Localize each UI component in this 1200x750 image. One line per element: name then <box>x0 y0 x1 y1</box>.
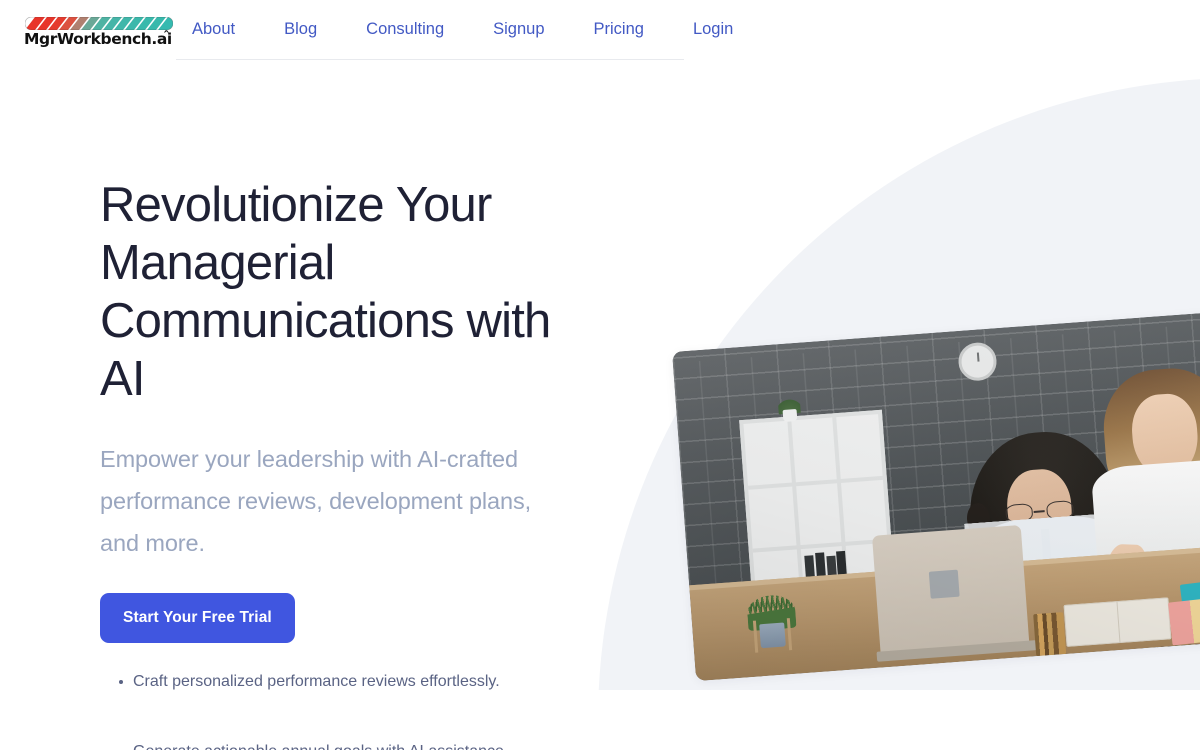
desk-plant <box>745 593 798 657</box>
brand-logo[interactable]: MgrWorkbench.ai ˆ <box>24 17 174 55</box>
background-shape-mask <box>598 690 1200 750</box>
start-free-trial-button[interactable]: Start Your Free Trial <box>100 593 295 643</box>
hero-headline: Revolutionize Your Managerial Communicat… <box>100 178 551 406</box>
nav-item-consulting[interactable]: Consulting <box>366 21 444 38</box>
brand-circumflex-icon: ˆ <box>164 28 169 43</box>
hero-photo <box>672 306 1200 682</box>
nav-item-about[interactable]: About <box>192 21 235 38</box>
laptop-logo-icon <box>928 570 960 599</box>
main-navigation: About Blog Consulting Signup Pricing Log… <box>176 0 733 60</box>
landing-page: MgrWorkbench.ai ˆ About Blog Consulting … <box>0 0 1200 750</box>
hero-content: Revolutionize Your Managerial Communicat… <box>100 176 580 750</box>
laptop <box>872 524 1038 662</box>
bullet-icon <box>119 680 123 684</box>
list-item: Craft personalized performance reviews e… <box>100 671 580 693</box>
nav-item-signup[interactable]: Signup <box>493 21 544 38</box>
site-header: MgrWorkbench.ai ˆ About Blog Consulting … <box>0 0 1200 72</box>
nav-item-pricing[interactable]: Pricing <box>594 21 644 38</box>
feature-text: Craft personalized performance reviews e… <box>133 673 500 690</box>
pencil-cup <box>1033 612 1067 657</box>
hero-photo-scene <box>672 306 1200 682</box>
nav-item-blog[interactable]: Blog <box>284 21 317 38</box>
shelf-plant <box>777 392 802 414</box>
logo-stripes-icon <box>25 17 173 30</box>
list-item: Generate actionable annual goals with AI… <box>100 741 580 750</box>
hero-feature-list: Craft personalized performance reviews e… <box>100 671 580 750</box>
feature-text: Generate actionable annual goals with AI… <box>133 743 508 750</box>
hero-subheadline: Empower your leadership with AI-crafted … <box>100 446 532 556</box>
open-notebook <box>1063 596 1172 648</box>
brand-wordmark: MgrWorkbench.ai <box>24 30 172 48</box>
nav-item-login[interactable]: Login <box>693 21 733 38</box>
